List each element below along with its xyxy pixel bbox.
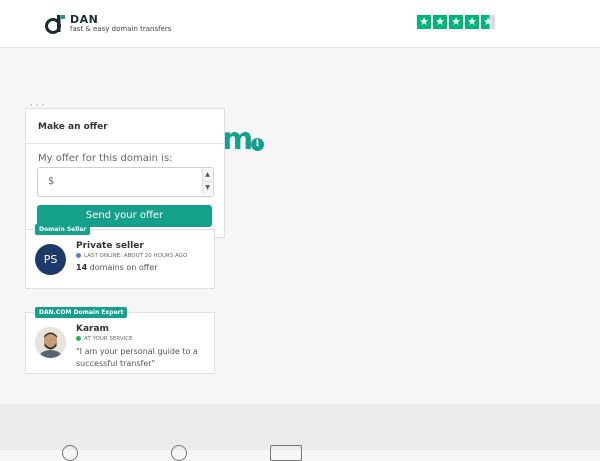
site-header: DAN fast & easy domain transfers ★ ★ ★ ★… bbox=[0, 0, 600, 48]
amount-stepper[interactable]: ▲ ▼ bbox=[202, 169, 212, 194]
features-section bbox=[0, 404, 600, 461]
star-half-icon: ★ bbox=[481, 15, 495, 29]
offer-card-title: Make an offer bbox=[26, 109, 224, 144]
expert-avatar bbox=[35, 327, 66, 358]
make-offer-card: Make an offer My offer for this domain i… bbox=[25, 108, 225, 238]
expert-name: Karam bbox=[76, 324, 109, 334]
info-icon[interactable]: i bbox=[251, 138, 264, 151]
domain-title-fragment: m bbox=[222, 122, 254, 157]
offer-amount-field[interactable]: $ ▲ ▼ bbox=[37, 167, 214, 197]
offer-amount-input[interactable] bbox=[60, 172, 194, 192]
star-icon: ★ bbox=[449, 15, 463, 29]
currency-symbol: $ bbox=[48, 176, 55, 187]
seller-domains-text: domains on offer bbox=[87, 263, 158, 272]
domain-seller-card: Domain Seller PS Private seller LAST ONL… bbox=[25, 224, 215, 289]
seller-domains: 14 domains on offer bbox=[76, 263, 157, 272]
person-photo-icon bbox=[35, 327, 66, 358]
seller-name: Private seller bbox=[76, 241, 144, 251]
status-dot-icon bbox=[76, 253, 81, 258]
seller-domains-count: 14 bbox=[76, 263, 88, 272]
expert-status: AT YOUR SERVICE bbox=[76, 336, 133, 342]
offer-field-label: My offer for this domain is: bbox=[38, 153, 173, 164]
expert-badge: DAN.COM Domain Expert bbox=[35, 307, 128, 318]
seller-badge: Domain Seller bbox=[35, 224, 91, 235]
star-icon: ★ bbox=[417, 15, 431, 29]
seller-status: LAST ONLINE: ABOUT 20 HOURS AGO bbox=[76, 253, 187, 259]
brand-tagline: fast & easy domain transfers bbox=[70, 25, 172, 33]
expert-status-text: AT YOUR SERVICE bbox=[84, 336, 133, 342]
star-icon: ★ bbox=[433, 15, 447, 29]
expert-quote: "I am your personal guide to a successfu… bbox=[76, 347, 198, 368]
star-icon: ★ bbox=[465, 15, 479, 29]
seller-status-text: LAST ONLINE: ABOUT 20 HOURS AGO bbox=[84, 253, 188, 259]
status-dot-icon bbox=[76, 336, 81, 341]
stepper-up-icon[interactable]: ▲ bbox=[203, 169, 212, 181]
stepper-down-icon[interactable]: ▼ bbox=[203, 181, 212, 194]
stopwatch-icon bbox=[171, 445, 187, 461]
domain-expert-card: DAN.COM Domain Expert Karam AT YOUR SERV… bbox=[25, 307, 215, 374]
seller-avatar: PS bbox=[35, 244, 66, 275]
card-icon bbox=[270, 445, 302, 461]
trustpilot-rating[interactable]: ★ ★ ★ ★ ★ bbox=[417, 15, 495, 29]
shield-icon bbox=[62, 445, 78, 461]
dan-logo-icon[interactable] bbox=[44, 13, 66, 35]
